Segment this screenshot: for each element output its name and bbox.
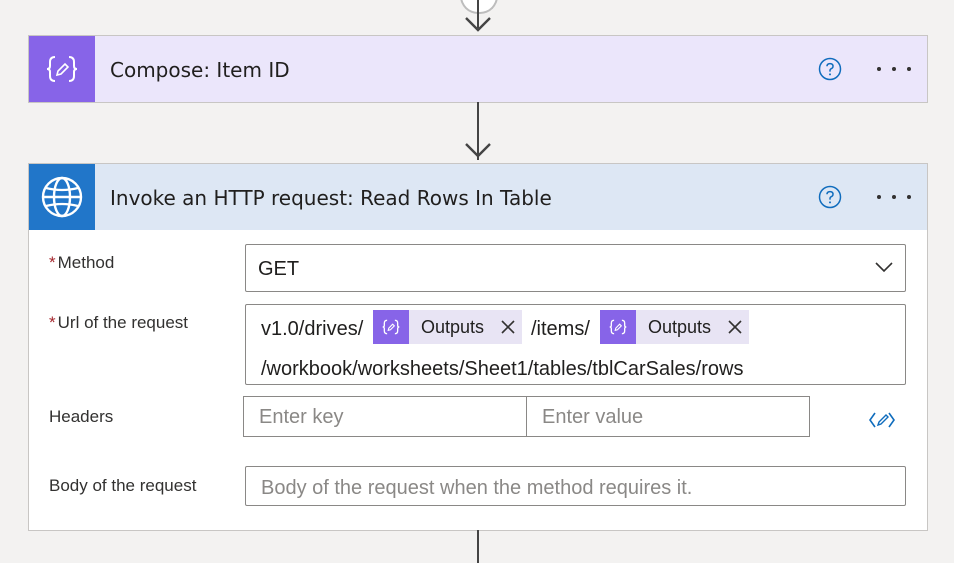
http-card-title[interactable]: Invoke an HTTP request: Read Rows In Tab… [110,164,552,230]
question-circle-icon[interactable] [818,185,842,209]
body-input[interactable]: Body of the request when the method requ… [245,466,906,506]
globe-icon [41,176,83,218]
body-placeholder: Body of the request when the method requ… [261,477,693,499]
braces-pencil-icon [373,310,409,344]
url-input[interactable]: v1.0/drives/ Outputs /items/ Outputs /wo… [245,304,906,385]
url-segment: /items/ [531,318,590,340]
dynamic-content-token[interactable]: Outputs [373,310,523,344]
braces-pencil-icon [46,56,78,82]
method-dropdown[interactable]: GET [245,244,906,292]
method-label: * Method [49,253,114,273]
header-key-placeholder: Enter key [259,406,344,428]
close-icon[interactable] [727,319,743,335]
method-value: GET [258,258,300,280]
connector-line [477,530,479,563]
token-label: Outputs [421,316,485,337]
braces-pencil-icon [600,310,636,344]
add-step-button[interactable] [460,0,498,14]
ellipsis-icon[interactable] [877,187,911,207]
required-marker: * [49,313,56,332]
token-label: Outputs [648,316,712,337]
text-mode-icon[interactable] [869,410,895,430]
required-marker: * [49,253,56,272]
question-circle-icon[interactable] [818,57,842,81]
chevron-down-icon[interactable] [875,261,893,273]
dynamic-content-token[interactable]: Outputs [600,310,750,344]
header-value-input[interactable]: Enter value [526,396,810,437]
header-value-placeholder: Enter value [542,406,644,428]
url-segment: /workbook/worksheets/Sheet1/tables/tblCa… [261,358,744,380]
method-label-text: Method [57,253,115,272]
headers-label: Headers [49,407,114,426]
close-icon[interactable] [500,319,516,335]
header-key-input[interactable]: Enter key [243,396,527,437]
url-label-text: Url of the request [57,313,189,332]
body-label: Body of the request [49,476,197,495]
url-label: * Url of the request [49,313,188,333]
http-request-card: Invoke an HTTP request: Read Rows In Tab… [28,163,928,531]
http-icon-block [29,164,95,230]
compose-icon-block [29,36,95,102]
compose-title[interactable]: Compose: Item ID [110,36,290,102]
arrow-down-icon [465,143,491,158]
ellipsis-icon[interactable] [877,59,911,79]
http-card-header[interactable]: Invoke an HTTP request: Read Rows In Tab… [29,164,927,230]
arrow-down-icon [465,17,491,32]
url-segment: v1.0/drives/ [261,318,364,340]
compose-card[interactable]: Compose: Item ID [28,35,928,103]
